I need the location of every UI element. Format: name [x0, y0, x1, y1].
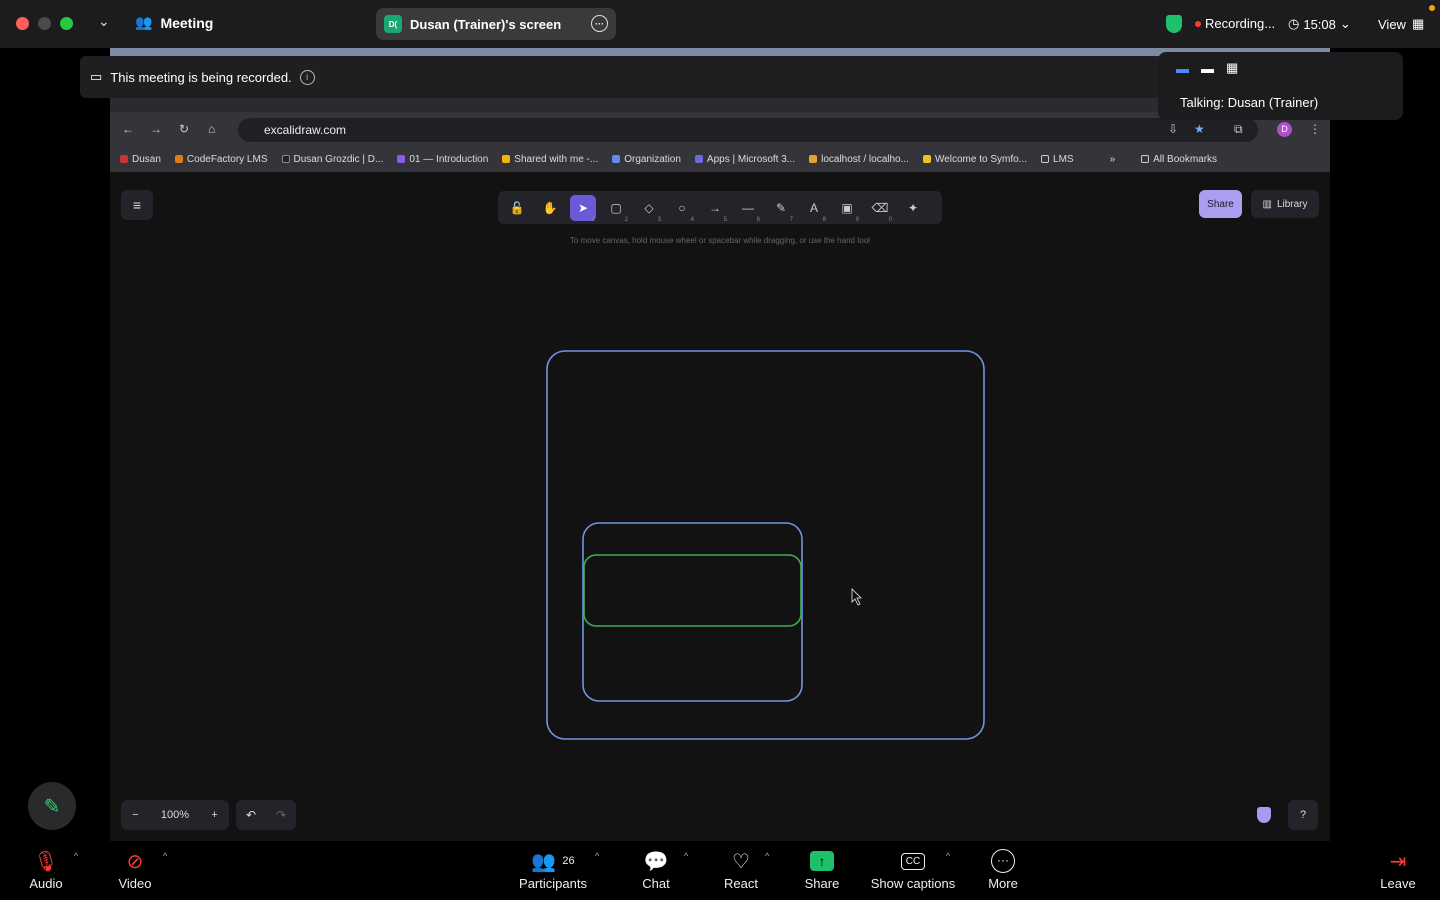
video-button[interactable]: ⊘ Video	[114, 846, 156, 892]
participants-button[interactable]: 👥 26 Participants	[514, 846, 592, 892]
muted-mic-icon: 🎙	[33, 850, 59, 873]
leave-icon: ⇥	[1389, 850, 1407, 873]
recording-dot-icon	[1195, 20, 1201, 27]
sharer-avatar: D(	[384, 15, 402, 33]
chevron-down-icon: ⌄	[1339, 16, 1351, 31]
cc-icon: CC	[868, 846, 958, 876]
more-options-icon[interactable]: ···	[591, 15, 608, 32]
green-rectangle[interactable]	[583, 554, 802, 627]
screen-share-pill[interactable]: D( Dusan (Trainer)'s screen ···	[376, 8, 616, 40]
shared-screen: ← → ↻ ⌂ excalidraw.com ⇩ ★ ⧉ D ⋮ Dusan C…	[110, 48, 1330, 841]
grid-view-icon: ▦	[1411, 16, 1425, 31]
redo-icon[interactable]: ↷	[276, 808, 286, 822]
more-button[interactable]: ··· More	[983, 846, 1023, 891]
speaker-view-icon[interactable]: ▬	[1201, 61, 1214, 76]
view-button[interactable]: View ▦	[1378, 16, 1424, 32]
meeting-timer[interactable]: ◷ 15:08 ⌄	[1288, 16, 1351, 32]
meeting-controls-bar: 🎙 Audio ^ ⊘ Video ^ 👥 26 Participants ^ 💬…	[0, 841, 1440, 900]
audio-options-caret-icon[interactable]: ^	[74, 851, 78, 861]
clock-icon: ◷	[1288, 16, 1300, 31]
gallery-view-icon[interactable]: ▦	[1226, 60, 1238, 76]
captions-caret-icon[interactable]: ^	[946, 851, 950, 861]
minimize-panel-icon[interactable]: ▬	[1176, 61, 1189, 76]
minimize-window-button[interactable]	[38, 17, 51, 30]
drawing-layer	[546, 350, 985, 740]
participants-icon: 👥 26	[531, 850, 575, 873]
screen-share-label: Dusan (Trainer)'s screen	[410, 16, 562, 32]
chat-caret-icon[interactable]: ^	[684, 851, 688, 861]
inner-rectangle[interactable]	[582, 522, 803, 702]
recording-status[interactable]: Recording...	[1195, 16, 1275, 31]
undo-icon[interactable]: ↶	[246, 808, 256, 822]
annotate-pen-button[interactable]: ✎	[28, 782, 76, 830]
mic-indicator-dot	[1429, 5, 1435, 11]
leave-button[interactable]: ⇥ Leave	[1378, 846, 1418, 892]
info-icon[interactable]: i	[299, 69, 315, 85]
chevron-down-icon[interactable]: ⌄	[98, 13, 110, 30]
zoom-out-button[interactable]: −	[132, 809, 138, 821]
outer-rectangle[interactable]	[546, 350, 985, 740]
undo-redo-controls: ↶ ↷	[236, 800, 296, 830]
zoom-in-button[interactable]: +	[211, 809, 217, 821]
react-caret-icon[interactable]: ^	[765, 851, 769, 861]
zoom-title-bar: ⌄ 👥 Meeting D( Dusan (Trainer)'s screen …	[0, 0, 1440, 48]
chat-icon: 💬	[643, 850, 669, 873]
participants-count: 26	[562, 855, 575, 867]
heart-icon: ♡	[732, 850, 750, 873]
share-screen-icon: ↑	[802, 846, 842, 876]
security-shield-icon[interactable]	[1166, 15, 1182, 33]
help-button[interactable]: ?	[1288, 800, 1318, 830]
video-off-icon: ⊘	[126, 850, 144, 873]
meeting-icon: 👥	[135, 14, 153, 30]
audio-button[interactable]: 🎙 Audio	[26, 846, 66, 892]
zoom-level[interactable]: 100%	[161, 809, 189, 821]
captions-button[interactable]: CC Show captions	[868, 846, 958, 891]
zoom-controls: − 100% +	[121, 800, 229, 830]
share-screen-button[interactable]: ↑ Share	[802, 846, 842, 891]
encryption-shield-icon[interactable]	[1257, 807, 1271, 823]
speaker-panel: ▬ ▬ ▦ Talking: Dusan (Trainer)	[1158, 52, 1403, 120]
more-icon: ···	[983, 846, 1023, 876]
participants-caret-icon[interactable]: ^	[595, 851, 599, 861]
fullscreen-window-button[interactable]	[60, 17, 73, 30]
chat-button[interactable]: 💬 Chat	[636, 846, 676, 892]
mouse-cursor-icon	[851, 588, 862, 606]
react-button[interactable]: ♡ React	[720, 846, 762, 892]
close-window-button[interactable]	[16, 17, 29, 30]
talking-label: Talking: Dusan (Trainer)	[1180, 95, 1319, 110]
meeting-title: 👥 Meeting	[135, 14, 214, 31]
video-options-caret-icon[interactable]: ^	[163, 851, 167, 861]
video-camera-icon: ▭	[90, 69, 103, 84]
recording-banner: ▭ This meeting is being recorded. i	[80, 56, 1160, 98]
